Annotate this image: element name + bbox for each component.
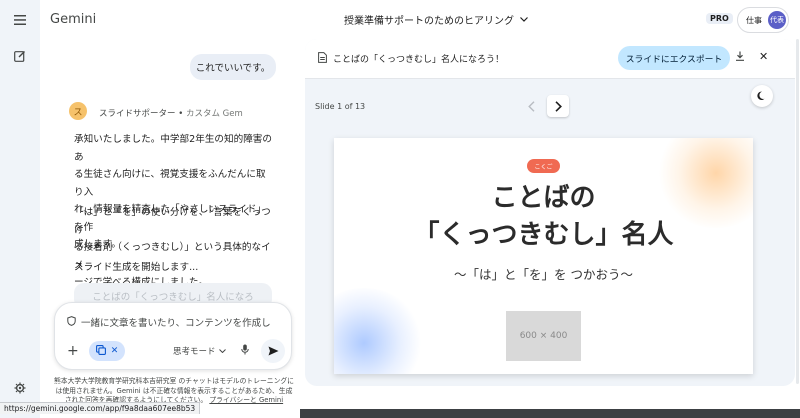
moon-icon	[757, 91, 765, 100]
chevron-right-icon	[554, 100, 562, 112]
chevron-down-icon	[520, 14, 528, 25]
export-to-slides-button[interactable]: スライドにエクスポート	[618, 46, 730, 70]
response-line: 「は」と「を」の使い分けを、「言葉をくっつけ	[74, 207, 271, 236]
image-placeholder: 600 × 400	[506, 311, 581, 361]
mode-selector[interactable]: 思考モード	[173, 345, 226, 357]
response-line: る生徒さん向けに、視覚支援をふんだんに取り入	[74, 169, 266, 198]
download-icon[interactable]	[735, 51, 745, 64]
scrollbar[interactable]	[796, 39, 799, 384]
canvas-title: ことばの「くっつきむし」名人になろう！	[333, 55, 505, 65]
slide-title-line: ことばの	[491, 183, 596, 213]
slide-title: ことばの 「くっつきむし」名人	[334, 180, 753, 254]
privacy-link[interactable]: プライバシーと Gemini	[209, 396, 283, 404]
microphone-icon[interactable]	[241, 344, 249, 358]
status-bar-url: https://gemini.google.com/app/f9a8daa607…	[0, 402, 201, 414]
send-icon	[268, 346, 278, 356]
prompt-box: 一緒に文章を書いたり、コンテンツを作成し + ✕ 思考モード	[54, 302, 292, 370]
canvas-icon	[95, 344, 106, 358]
menu-icon[interactable]	[13, 13, 27, 27]
remove-tool-icon[interactable]: ✕	[111, 346, 119, 356]
canvas-tool-chip[interactable]: ✕	[89, 341, 125, 361]
user-message: これでいいです。	[190, 54, 276, 80]
response-paragraph-2: 「は」と「を」の使い分けを、「言葉をくっつけ る接着剤（くっつきむし）」という具…	[74, 204, 274, 292]
chevron-down-icon	[218, 346, 226, 356]
slide-title-line: 「くっつきむし」名人	[413, 220, 674, 250]
avatar: 代表	[768, 11, 786, 29]
conversation-title-dropdown[interactable]: 授業準備サポートのためのヒアリング	[344, 12, 528, 27]
next-slide-button[interactable]	[547, 95, 569, 117]
send-button[interactable]	[261, 339, 285, 363]
pro-badge: PRO	[706, 13, 733, 24]
prompt-placeholder: 一緒に文章を書いたり、コンテンツを作成し	[81, 318, 271, 329]
document-icon	[318, 52, 327, 66]
close-icon[interactable]: ✕	[759, 50, 768, 63]
slide-preview: こくご ことばの 「くっつきむし」名人 〜「は」と「を」を つかおう〜 600 …	[334, 138, 753, 374]
conversation-title: 授業準備サポートのためのヒアリング	[344, 16, 514, 27]
account-label: 仕事	[746, 15, 762, 25]
response-line: 承知いたしました。中学部2年生の知的障害のあ	[74, 134, 272, 163]
gem-name-line: スライドサポーター • カスタム Gem	[99, 109, 243, 119]
prompt-input[interactable]: 一緒に文章を書いたり、コンテンツを作成し	[67, 315, 271, 329]
canvas-header: ことばの「くっつきむし」名人になろう！ スライドにエクスポート ✕	[305, 39, 795, 79]
chevron-left-icon	[527, 100, 534, 112]
taskbar-strip	[300, 409, 800, 418]
app-brand[interactable]: Gemini	[50, 12, 96, 27]
theme-toggle-button[interactable]	[751, 85, 773, 107]
slide-subtitle: 〜「は」と「を」を つかおう〜	[454, 267, 633, 282]
settings-icon[interactable]	[13, 381, 27, 395]
shield-icon	[67, 315, 76, 329]
previous-slide-button[interactable]	[520, 95, 542, 117]
subject-badge: こくご	[527, 159, 560, 173]
response-paragraph-3: スライド生成を開始します...	[74, 262, 199, 273]
left-rail	[0, 0, 40, 418]
canvas-panel: ことばの「くっつきむし」名人になろう！ スライドにエクスポート ✕ Slide …	[305, 39, 795, 386]
decorative-blob	[334, 288, 424, 374]
gem-name: スライドサポーター	[99, 109, 176, 119]
account-switcher[interactable]: 仕事 代表	[737, 7, 789, 33]
new-chat-icon[interactable]	[13, 49, 27, 63]
mode-label: 思考モード	[173, 347, 216, 357]
slide-counter: Slide 1 of 13	[315, 102, 366, 111]
gem-type: カスタム Gem	[185, 109, 243, 119]
add-icon[interactable]: +	[67, 343, 79, 359]
gem-avatar: ス	[69, 102, 87, 120]
